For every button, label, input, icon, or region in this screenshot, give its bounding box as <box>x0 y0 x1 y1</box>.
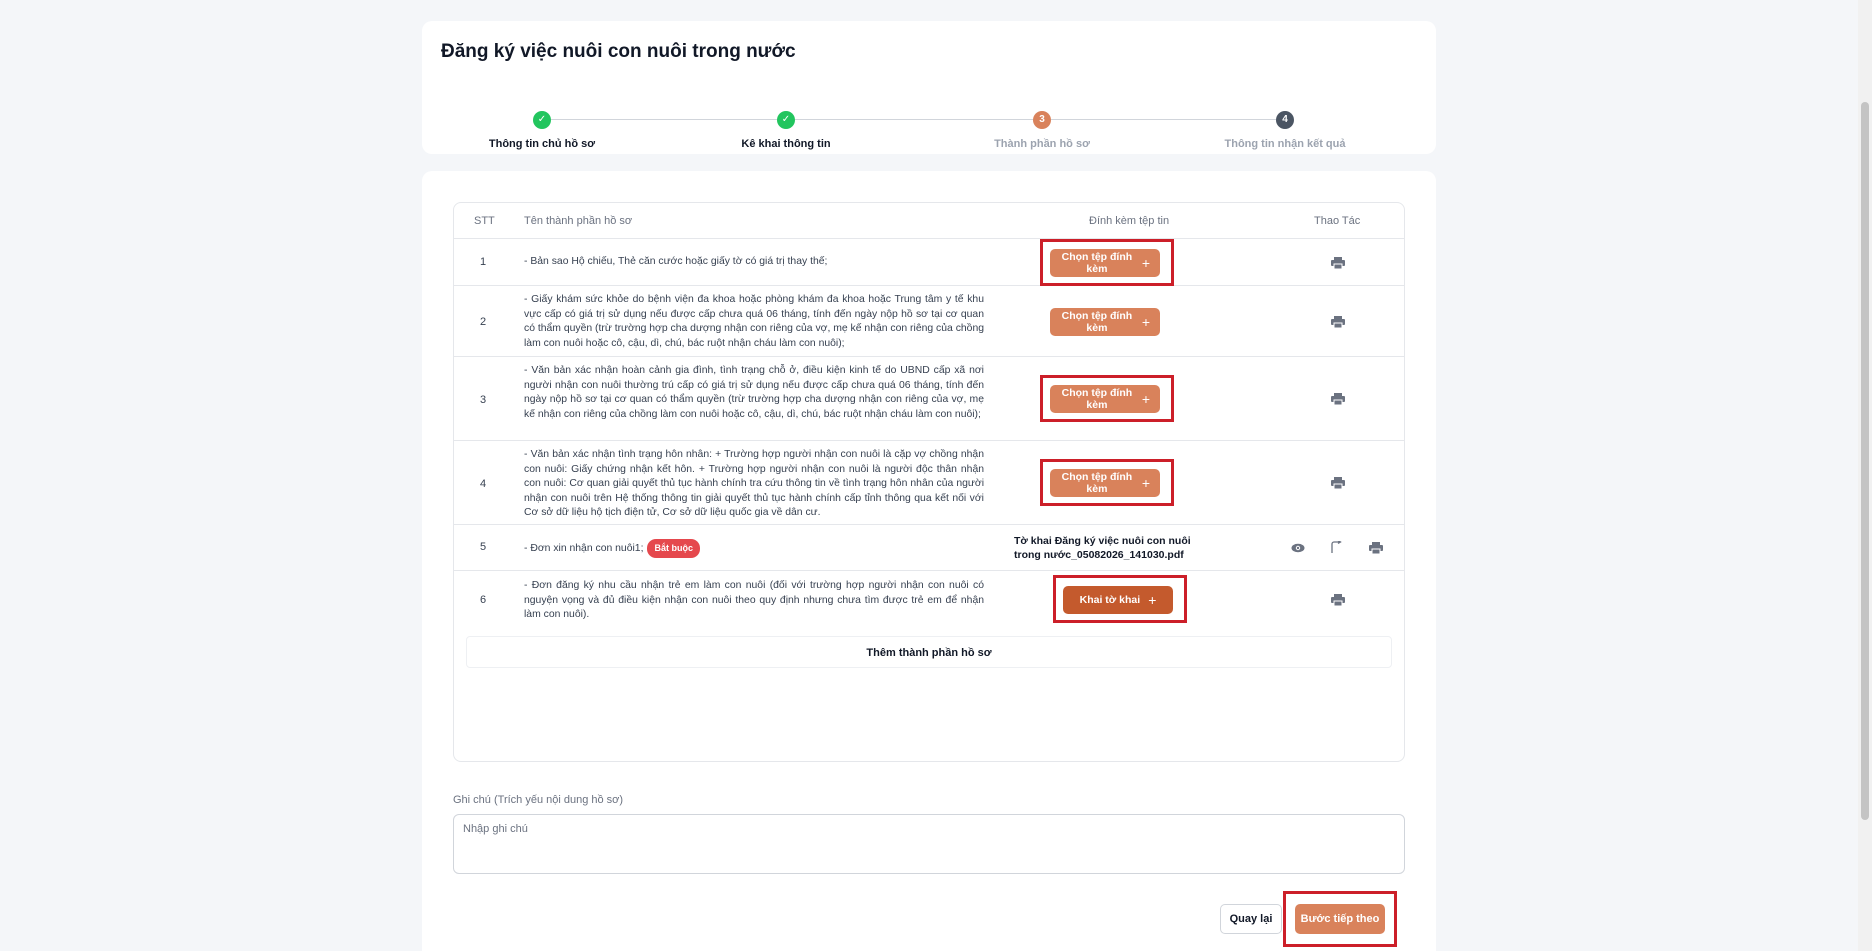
row-stt: 3 <box>479 394 487 406</box>
row-stt: 6 <box>479 594 487 606</box>
table-row: 1 - Bản sao Hộ chiếu, Thẻ căn cước hoặc … <box>454 239 1404 286</box>
page-scrollbar[interactable] <box>1858 0 1872 951</box>
row-stt: 5 <box>479 541 487 553</box>
header-attach: Đính kèm tệp tin <box>1089 215 1170 227</box>
button-label: Chọn tệp đính kèm <box>1061 471 1133 495</box>
attach-file-button[interactable]: Chọn tệp đính kèm + <box>1050 385 1160 413</box>
printer-icon[interactable] <box>1331 257 1345 269</box>
step-label: Thông tin chủ hồ sơ <box>488 138 596 150</box>
next-step-button[interactable]: Bước tiếp theo <box>1295 904 1385 934</box>
header-actions: Thao Tác <box>1314 215 1361 227</box>
eye-icon[interactable] <box>1291 543 1305 553</box>
plus-icon: + <box>1148 592 1157 608</box>
table-header: STT Tên thành phần hồ sơ Đính kèm tệp ti… <box>454 203 1404 239</box>
note-input[interactable] <box>453 814 1405 874</box>
step-declare-info[interactable]: ✓ Kê khai thông tin <box>666 89 906 150</box>
note-label: Ghi chú (Trích yếu nội dung hồ sơ) <box>453 794 624 806</box>
stepper: ✓ Thông tin chủ hồ sơ ✓ Kê khai thông ti… <box>422 89 1436 150</box>
table-row: 4 - Văn bản xác nhận tình trạng hôn nhân… <box>454 441 1404 525</box>
fill-declaration-button[interactable]: Khai tờ khai + <box>1063 586 1173 614</box>
table-row: 6 - Đơn đăng ký nhu cầu nhận trẻ em làm … <box>454 571 1404 631</box>
step-owner-info[interactable]: ✓ Thông tin chủ hồ sơ <box>422 89 662 150</box>
step-number-4: 4 <box>1276 111 1294 129</box>
header-card: Đăng ký việc nuôi con nuôi trong nước ✓ … <box>422 21 1436 154</box>
check-icon: ✓ <box>533 111 551 129</box>
table-row: 3 - Văn bản xác nhận hoàn cảnh gia đình,… <box>454 357 1404 441</box>
documents-table: STT Tên thành phần hồ sơ Đính kèm tệp ti… <box>453 202 1405 762</box>
printer-icon[interactable] <box>1331 477 1345 489</box>
documents-card: STT Tên thành phần hồ sơ Đính kèm tệp ti… <box>422 171 1436 951</box>
step-number-3: 3 <box>1033 111 1051 129</box>
row-name: - Đơn xin nhận con nuôi1; <box>524 543 644 555</box>
add-document-button[interactable]: Thêm thành phần hồ sơ <box>466 636 1392 668</box>
table-row: 5 - Đơn xin nhận con nuôi1; Bắt buộc Tờ k… <box>454 525 1404 571</box>
required-badge: Bắt buộc <box>647 539 700 558</box>
attached-file-name[interactable]: Tờ khai Đăng ký việc nuôi con nuôi trong… <box>1014 534 1214 562</box>
check-icon: ✓ <box>777 111 795 129</box>
row-name: - Văn bản xác nhận tình trạng hôn nhân: … <box>524 449 984 519</box>
page-title: Đăng ký việc nuôi con nuôi trong nước <box>441 41 796 62</box>
attach-file-button[interactable]: Chọn tệp đính kèm + <box>1050 469 1160 497</box>
row-stt: 2 <box>479 316 487 328</box>
back-button[interactable]: Quay lại <box>1220 904 1282 934</box>
row-name: - Đơn đăng ký nhu cầu nhận trẻ em làm co… <box>524 580 984 621</box>
replace-file-icon[interactable] <box>1330 541 1342 554</box>
button-label: Chọn tệp đính kèm <box>1061 310 1133 334</box>
button-label: Chọn tệp đính kèm <box>1061 387 1133 411</box>
plus-icon: + <box>1141 475 1150 491</box>
button-label: Chọn tệp đính kèm <box>1061 251 1133 275</box>
step-label: Kê khai thông tin <box>741 138 831 150</box>
row-stt: 4 <box>479 478 487 490</box>
printer-icon[interactable] <box>1331 393 1345 405</box>
row-name: - Văn bản xác nhận hoàn cảnh gia đình, t… <box>524 365 984 420</box>
row-name: - Bản sao Hộ chiếu, Thẻ căn cước hoặc gi… <box>524 256 828 267</box>
plus-icon: + <box>1141 391 1150 407</box>
header-name: Tên thành phần hồ sơ <box>524 215 633 227</box>
header-stt: STT <box>474 215 495 227</box>
plus-icon: + <box>1141 255 1150 271</box>
scrollbar-thumb[interactable] <box>1861 102 1869 820</box>
row-name: - Giấy khám sức khỏe do bệnh viện đa kho… <box>524 294 984 349</box>
step-label: Thông tin nhận kết quả <box>1224 138 1346 150</box>
step-documents[interactable]: 3 Thành phần hồ sơ <box>922 89 1162 150</box>
step-receive-result[interactable]: 4 Thông tin nhận kết quả <box>1165 89 1405 150</box>
printer-icon[interactable] <box>1331 594 1345 606</box>
row-name-wrap: - Đơn xin nhận con nuôi1; Bắt buộc <box>524 539 984 558</box>
row-stt: 1 <box>479 256 487 268</box>
attach-file-button[interactable]: Chọn tệp đính kèm + <box>1050 249 1160 277</box>
printer-icon[interactable] <box>1369 542 1383 554</box>
attach-file-button[interactable]: Chọn tệp đính kèm + <box>1050 308 1160 336</box>
table-row: 2 - Giấy khám sức khỏe do bệnh viện đa k… <box>454 286 1404 357</box>
plus-icon: + <box>1141 314 1150 330</box>
printer-icon[interactable] <box>1331 316 1345 328</box>
step-label: Thành phần hồ sơ <box>994 138 1090 150</box>
button-label: Khai tờ khai <box>1079 594 1141 606</box>
